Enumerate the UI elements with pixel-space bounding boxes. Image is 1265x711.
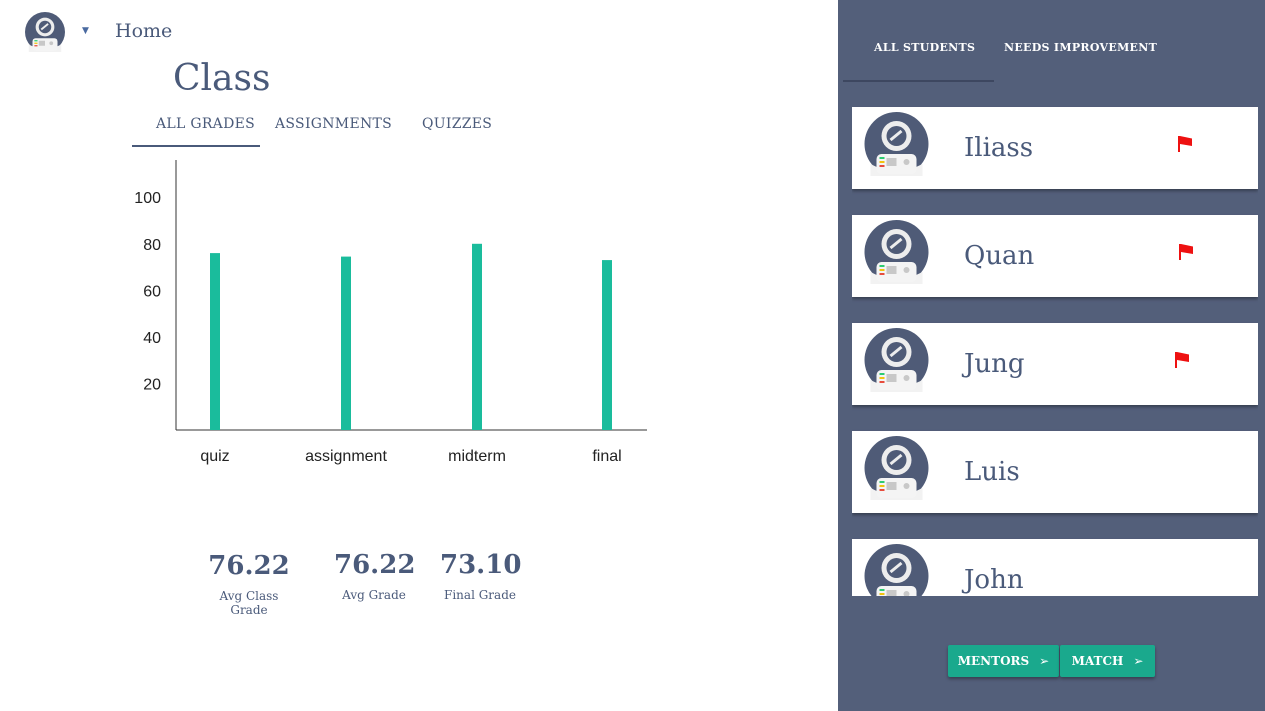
students-panel: ALL STUDENTS NEEDS IMPROVEMENT Iliass Qu…	[838, 0, 1265, 711]
student-name: Iliass	[964, 133, 1034, 163]
flag-icon[interactable]	[1174, 351, 1190, 369]
bar	[602, 260, 612, 430]
student-card[interactable]: Quan	[852, 215, 1258, 297]
student-avatar	[864, 436, 929, 500]
bar	[341, 256, 351, 430]
arrow-right-icon: ➢	[1039, 654, 1050, 668]
mentors-button[interactable]: MENTORS ➢	[948, 645, 1059, 677]
student-name: John	[964, 565, 1024, 595]
student-name: Jung	[964, 349, 1025, 379]
student-list[interactable]: Iliass Quan Jung Luis John	[852, 106, 1258, 596]
student-card[interactable]: Luis	[852, 431, 1258, 513]
tab-quizzes[interactable]: QUIZZES	[422, 116, 492, 132]
flag-icon[interactable]	[1177, 135, 1193, 153]
home-link[interactable]: Home	[115, 20, 172, 42]
stat-value: 73.10	[440, 550, 522, 580]
active-tab-indicator	[843, 80, 994, 82]
y-tick-label: 100	[134, 190, 161, 207]
flag-icon[interactable]	[1178, 243, 1194, 261]
student-avatar	[864, 220, 929, 284]
page-title: Class	[173, 58, 271, 99]
arrow-right-icon: ➢	[1133, 654, 1144, 668]
student-avatar	[864, 112, 929, 176]
student-card[interactable]: Jung	[852, 323, 1258, 405]
user-avatar[interactable]	[25, 10, 65, 54]
y-tick-label: 40	[143, 330, 161, 347]
stat-avg-class-grade: 76.22 Avg Class Grade	[200, 551, 298, 617]
stat-final-grade: 73.10 Final Grade	[440, 550, 522, 602]
tab-assignments[interactable]: ASSIGNMENTS	[275, 116, 392, 132]
x-tick-label: midterm	[448, 448, 506, 465]
bar	[472, 243, 482, 430]
stat-value: 76.22	[334, 550, 416, 580]
student-name: Quan	[964, 241, 1035, 271]
grades-bar-chart: 20 40 60 80 100 quiz assignment midterm final	[134, 160, 647, 465]
stat-value: 76.22	[208, 551, 290, 581]
stat-avg-grade: 76.22 Avg Grade	[334, 550, 416, 602]
tab-needs-improvement[interactable]: NEEDS IMPROVEMENT	[1004, 41, 1157, 54]
active-tab-indicator	[132, 145, 260, 147]
stat-label: Avg Class Grade	[219, 589, 279, 617]
mentors-label: MENTORS	[957, 654, 1030, 668]
match-button[interactable]: MATCH ➢	[1060, 645, 1155, 677]
x-tick-label: quiz	[200, 448, 229, 465]
stat-label: Avg Grade	[342, 588, 406, 602]
student-avatar	[864, 544, 929, 596]
student-card[interactable]: Iliass	[852, 107, 1258, 189]
stat-label: Final Grade	[444, 588, 516, 602]
y-tick-label: 80	[143, 237, 161, 254]
match-label: MATCH	[1071, 654, 1124, 668]
x-tick-label: assignment	[305, 448, 387, 465]
tab-all-grades[interactable]: ALL GRADES	[156, 116, 255, 132]
y-tick-label: 20	[143, 376, 161, 393]
tab-all-students[interactable]: ALL STUDENTS	[874, 41, 975, 54]
chevron-down-icon[interactable]: ▼	[82, 26, 89, 36]
student-card[interactable]: John	[852, 539, 1258, 596]
student-name: Luis	[964, 457, 1020, 487]
student-avatar	[864, 328, 929, 392]
x-tick-label: final	[592, 448, 621, 465]
bar	[210, 253, 220, 430]
y-tick-label: 60	[143, 283, 161, 300]
